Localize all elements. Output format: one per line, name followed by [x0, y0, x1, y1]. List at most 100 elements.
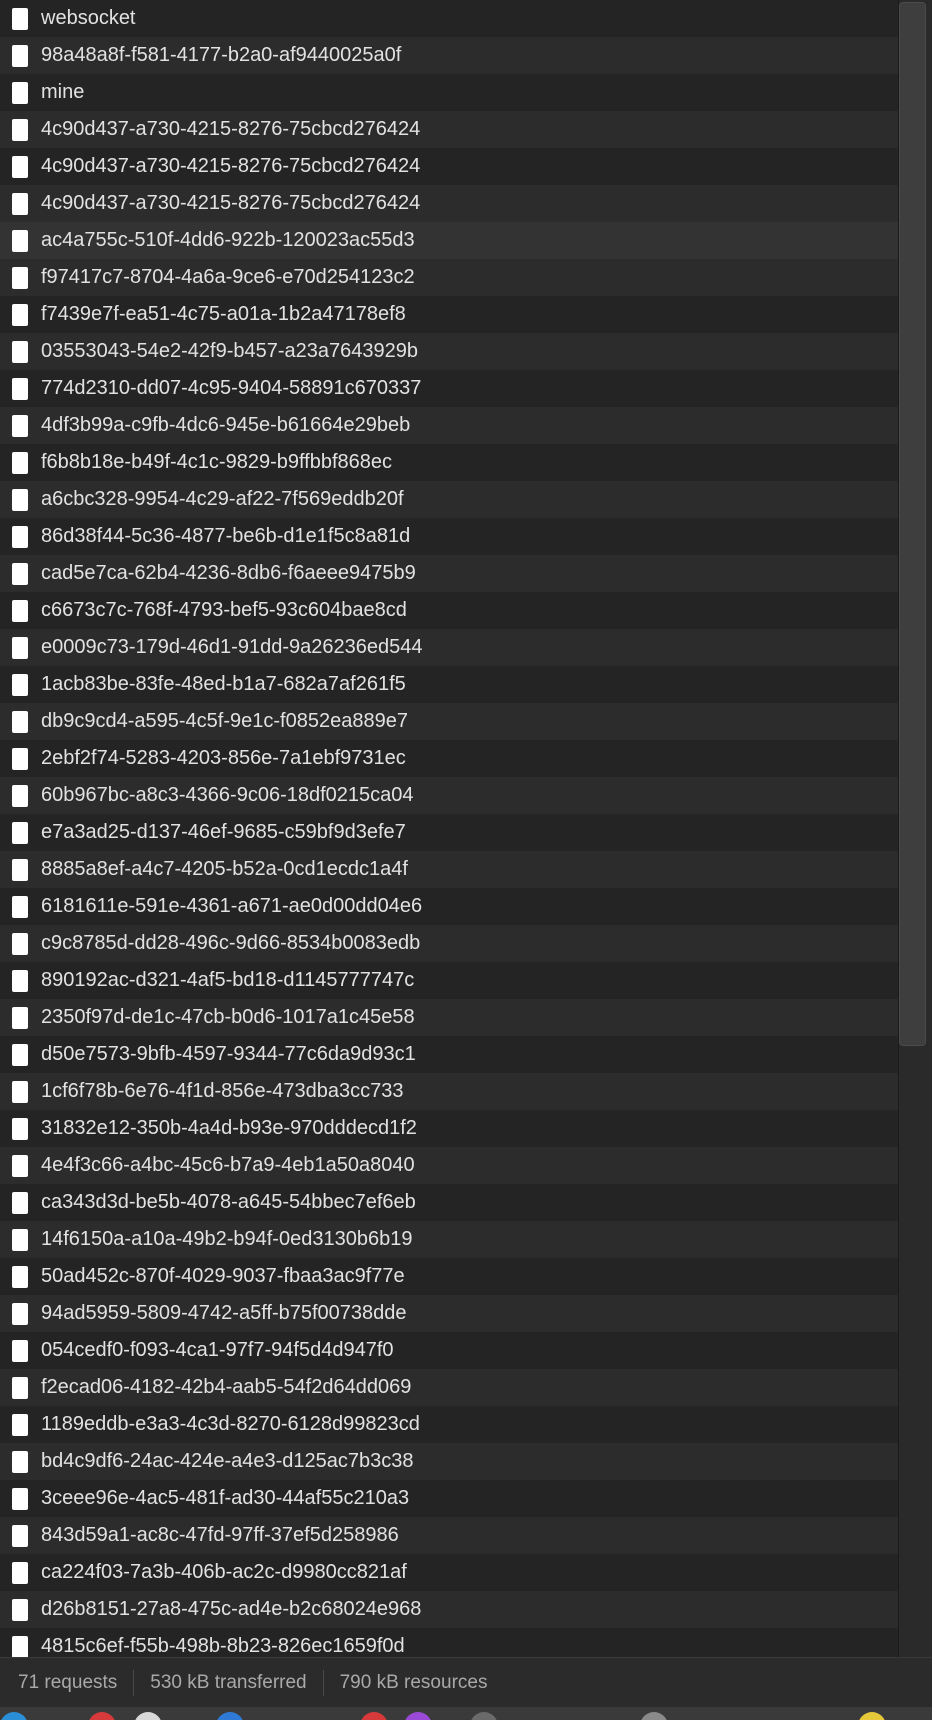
request-row[interactable]: 50ad452c-870f-4029-9037-fbaa3ac9f77e: [0, 1258, 898, 1295]
request-row[interactable]: 8885a8ef-a4c7-4205-b52a-0cd1ecdc1a4f: [0, 851, 898, 888]
request-row[interactable]: cad5e7ca-62b4-4236-8db6-f6aeee9475b9: [0, 555, 898, 592]
document-icon: [12, 1006, 28, 1029]
dock-app-icon[interactable]: [216, 1712, 244, 1720]
request-name: f97417c7-8704-4a6a-9ce6-e70d254123c2: [41, 266, 415, 288]
request-row[interactable]: 054cedf0-f093-4ca1-97f7-94f5d4d947f0: [0, 1332, 898, 1369]
document-icon: [12, 562, 28, 585]
document-icon: [12, 303, 28, 326]
request-row[interactable]: mine: [0, 74, 898, 111]
request-row[interactable]: f97417c7-8704-4a6a-9ce6-e70d254123c2: [0, 259, 898, 296]
request-row[interactable]: 60b967bc-a8c3-4366-9c06-18df0215ca04: [0, 777, 898, 814]
request-row[interactable]: f2ecad06-4182-42b4-aab5-54f2d64dd069: [0, 1369, 898, 1406]
request-name: 98a48a8f-f581-4177-b2a0-af9440025a0f: [41, 44, 402, 66]
document-icon: [12, 192, 28, 215]
request-row[interactable]: 4df3b99a-c9fb-4dc6-945e-b61664e29beb: [0, 407, 898, 444]
document-icon: [12, 488, 28, 511]
document-icon: [12, 118, 28, 141]
request-name: a6cbc328-9954-4c29-af22-7f569eddb20f: [41, 488, 404, 510]
request-row[interactable]: 31832e12-350b-4a4d-b93e-970dddecd1f2: [0, 1110, 898, 1147]
request-row[interactable]: 1cf6f78b-6e76-4f1d-856e-473dba3cc733: [0, 1073, 898, 1110]
request-row[interactable]: 4815c6ef-f55b-498b-8b23-826ec1659f0d: [0, 1628, 898, 1657]
document-icon: [12, 636, 28, 659]
request-name: 60b967bc-a8c3-4366-9c06-18df0215ca04: [41, 784, 414, 806]
request-row[interactable]: bd4c9df6-24ac-424e-a4e3-d125ac7b3c38: [0, 1443, 898, 1480]
scrollbar-thumb[interactable]: [899, 2, 926, 1046]
request-name: 4c90d437-a730-4215-8276-75cbcd276424: [41, 118, 421, 140]
document-icon: [12, 340, 28, 363]
request-row[interactable]: websocket: [0, 0, 898, 37]
request-name: 4815c6ef-f55b-498b-8b23-826ec1659f0d: [41, 1635, 405, 1657]
document-icon: [12, 1265, 28, 1288]
request-row[interactable]: 2ebf2f74-5283-4203-856e-7a1ebf9731ec: [0, 740, 898, 777]
dock-app-icon[interactable]: [404, 1712, 432, 1720]
document-icon: [12, 1413, 28, 1436]
dock-app-icon[interactable]: [0, 1712, 28, 1720]
request-row[interactable]: 4c90d437-a730-4215-8276-75cbcd276424: [0, 111, 898, 148]
request-row[interactable]: 1acb83be-83fe-48ed-b1a7-682a7af261f5: [0, 666, 898, 703]
request-row[interactable]: d26b8151-27a8-475c-ad4e-b2c68024e968: [0, 1591, 898, 1628]
request-row[interactable]: 774d2310-dd07-4c95-9404-58891c670337: [0, 370, 898, 407]
request-row[interactable]: 4c90d437-a730-4215-8276-75cbcd276424: [0, 148, 898, 185]
request-row[interactable]: 94ad5959-5809-4742-a5ff-b75f00738dde: [0, 1295, 898, 1332]
request-row[interactable]: ca224f03-7a3b-406b-ac2c-d9980cc821af: [0, 1554, 898, 1591]
request-name: 94ad5959-5809-4742-a5ff-b75f00738dde: [41, 1302, 407, 1324]
request-row[interactable]: 98a48a8f-f581-4177-b2a0-af9440025a0f: [0, 37, 898, 74]
request-name: 4c90d437-a730-4215-8276-75cbcd276424: [41, 155, 421, 177]
dock-app-icon[interactable]: [640, 1712, 668, 1720]
dock-app-icon[interactable]: [360, 1712, 388, 1720]
request-name: bd4c9df6-24ac-424e-a4e3-d125ac7b3c38: [41, 1450, 414, 1472]
request-name: cad5e7ca-62b4-4236-8db6-f6aeee9475b9: [41, 562, 416, 584]
request-name: f2ecad06-4182-42b4-aab5-54f2d64dd069: [41, 1376, 412, 1398]
dock-app-icon[interactable]: [470, 1712, 498, 1720]
request-row[interactable]: f6b8b18e-b49f-4c1c-9829-b9ffbbf868ec: [0, 444, 898, 481]
request-row[interactable]: c9c8785d-dd28-496c-9d66-8534b0083edb: [0, 925, 898, 962]
document-icon: [12, 1561, 28, 1584]
request-list: websocket 98a48a8f-f581-4177-b2a0-af94400…: [0, 0, 898, 1657]
request-row[interactable]: 843d59a1-ac8c-47fd-97ff-37ef5d258986: [0, 1517, 898, 1554]
document-icon: [12, 747, 28, 770]
request-row[interactable]: c6673c7c-768f-4793-bef5-93c604bae8cd: [0, 592, 898, 629]
resources-size: 790 kB resources: [339, 1671, 488, 1693]
document-icon: [12, 1080, 28, 1103]
request-row[interactable]: 1189eddb-e3a3-4c3d-8270-6128d99823cd: [0, 1406, 898, 1443]
request-name: 50ad452c-870f-4029-9037-fbaa3ac9f77e: [41, 1265, 405, 1287]
document-icon: [12, 266, 28, 289]
request-row[interactable]: db9c9cd4-a595-4c5f-9e1c-f0852ea889e7: [0, 703, 898, 740]
document-icon: [12, 1524, 28, 1547]
request-row[interactable]: 86d38f44-5c36-4877-be6b-d1e1f5c8a81d: [0, 518, 898, 555]
request-row[interactable]: 890192ac-d321-4af5-bd18-d1145777747c: [0, 962, 898, 999]
request-row[interactable]: f7439e7f-ea51-4c75-a01a-1b2a47178ef8: [0, 296, 898, 333]
request-name: 31832e12-350b-4a4d-b93e-970dddecd1f2: [41, 1117, 417, 1139]
document-icon: [12, 155, 28, 178]
request-row[interactable]: ca343d3d-be5b-4078-a645-54bbec7ef6eb: [0, 1184, 898, 1221]
status-bar: 71 requests 530 kB transferred 790 kB re…: [0, 1657, 932, 1707]
request-row[interactable]: 4c90d437-a730-4215-8276-75cbcd276424: [0, 185, 898, 222]
request-row[interactable]: d50e7573-9bfb-4597-9344-77c6da9d93c1: [0, 1036, 898, 1073]
request-row[interactable]: 6181611e-591e-4361-a671-ae0d00dd04e6: [0, 888, 898, 925]
request-row[interactable]: ac4a755c-510f-4dd6-922b-120023ac55d3: [0, 222, 898, 259]
request-name: 1acb83be-83fe-48ed-b1a7-682a7af261f5: [41, 673, 406, 695]
request-row[interactable]: 03553043-54e2-42f9-b457-a23a7643929b: [0, 333, 898, 370]
request-row[interactable]: e0009c73-179d-46d1-91dd-9a26236ed544: [0, 629, 898, 666]
request-row[interactable]: 2350f97d-de1c-47cb-b0d6-1017a1c45e58: [0, 999, 898, 1036]
dock-strip: [0, 1707, 932, 1720]
document-icon: [12, 1302, 28, 1325]
request-name: d26b8151-27a8-475c-ad4e-b2c68024e968: [41, 1598, 422, 1620]
document-icon: [12, 1450, 28, 1473]
dock-app-icon[interactable]: [134, 1712, 162, 1720]
dock-app-icon[interactable]: [88, 1712, 116, 1720]
document-icon: [12, 895, 28, 918]
request-name: 3ceee96e-4ac5-481f-ad30-44af55c210a3: [41, 1487, 410, 1509]
request-name: f7439e7f-ea51-4c75-a01a-1b2a47178ef8: [41, 303, 406, 325]
request-row[interactable]: 4e4f3c66-a4bc-45c6-b7a9-4eb1a50a8040: [0, 1147, 898, 1184]
document-icon: [12, 1635, 28, 1657]
request-name: 2350f97d-de1c-47cb-b0d6-1017a1c45e58: [41, 1006, 415, 1028]
document-icon: [12, 710, 28, 733]
request-row[interactable]: 3ceee96e-4ac5-481f-ad30-44af55c210a3: [0, 1480, 898, 1517]
request-row[interactable]: 14f6150a-a10a-49b2-b94f-0ed3130b6b19: [0, 1221, 898, 1258]
dock-app-icon[interactable]: [858, 1712, 886, 1720]
document-icon: [12, 414, 28, 437]
request-row[interactable]: e7a3ad25-d137-46ef-9685-c59bf9d3efe7: [0, 814, 898, 851]
request-row[interactable]: a6cbc328-9954-4c29-af22-7f569eddb20f: [0, 481, 898, 518]
request-count: 71 requests: [18, 1671, 118, 1693]
